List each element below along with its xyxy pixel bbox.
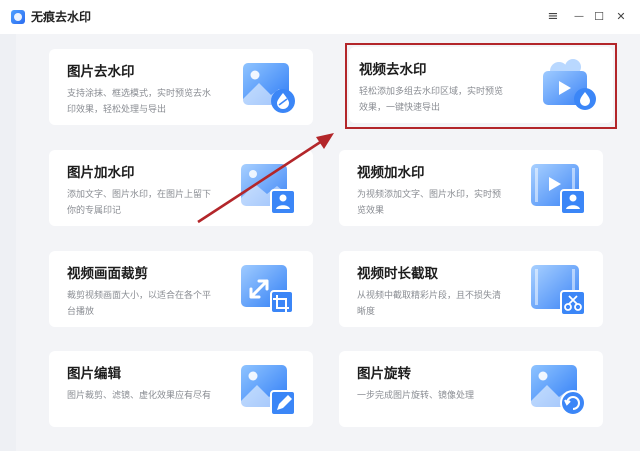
- image-edit-icon: [241, 365, 296, 416]
- card-video-trim[interactable]: 视频时长截取 从视频中截取精彩片段，且不损失清晰度: [339, 251, 603, 327]
- maximize-button[interactable]: ☐: [590, 8, 608, 26]
- card-video-crop[interactable]: 视频画面裁剪 裁剪视频画面大小，以适合在各个平台播放: [49, 251, 313, 327]
- card-description: 从视频中截取精彩片段，且不损失清晰度: [357, 291, 502, 317]
- card-image-edit[interactable]: 图片编辑 图片裁剪、滤镜、虚化效果应有尽有: [49, 351, 313, 427]
- card-description: 支持涂抹、框选模式，实时预览去水印效果，轻松处理与导出: [67, 89, 212, 115]
- card-description: 为视频添加文字、图片水印，实时预览效果: [357, 190, 502, 216]
- card-title: 视频加水印: [357, 165, 425, 181]
- card-title: 视频画面裁剪: [67, 266, 148, 282]
- video-trim-icon: [531, 265, 586, 316]
- image-rotate-icon: [531, 365, 586, 416]
- video-crop-icon: [241, 265, 294, 314]
- image-remove-watermark-icon: [243, 63, 295, 113]
- app-logo-icon: [11, 10, 25, 24]
- title-bar: 无痕去水印 ≡ — ☐ ✕: [0, 0, 640, 34]
- card-video-add-watermark[interactable]: 视频加水印 为视频添加文字、图片水印，实时预览效果: [339, 150, 603, 226]
- card-image-rotate[interactable]: 图片旋转 一步完成图片旋转、镜像处理: [339, 351, 603, 427]
- left-edge: [0, 34, 16, 451]
- image-add-watermark-icon: [241, 164, 296, 215]
- card-image-remove-watermark[interactable]: 图片去水印 支持涂抹、框选模式，实时预览去水印效果，轻松处理与导出: [49, 49, 313, 125]
- card-description: 裁剪视频画面大小，以适合在各个平台播放: [67, 291, 212, 317]
- highlight-box: [345, 43, 617, 129]
- close-button[interactable]: ✕: [612, 8, 630, 26]
- minimize-button[interactable]: —: [570, 8, 588, 26]
- card-description: 添加文字、图片水印，在图片上留下你的专属印记: [67, 190, 212, 216]
- card-title: 图片去水印: [67, 64, 135, 80]
- card-title: 视频时长截取: [357, 266, 438, 282]
- card-description: 一步完成图片旋转、镜像处理: [357, 391, 475, 401]
- video-add-watermark-icon: [531, 164, 586, 215]
- card-title: 图片旋转: [357, 366, 411, 382]
- card-title: 图片编辑: [67, 366, 121, 382]
- card-title: 图片加水印: [67, 165, 135, 181]
- card-image-add-watermark[interactable]: 图片加水印 添加文字、图片水印，在图片上留下你的专属印记: [49, 150, 313, 226]
- card-description: 图片裁剪、滤镜、虚化效果应有尽有: [67, 391, 212, 401]
- app-title: 无痕去水印: [31, 10, 92, 24]
- menu-icon[interactable]: ≡: [544, 8, 562, 26]
